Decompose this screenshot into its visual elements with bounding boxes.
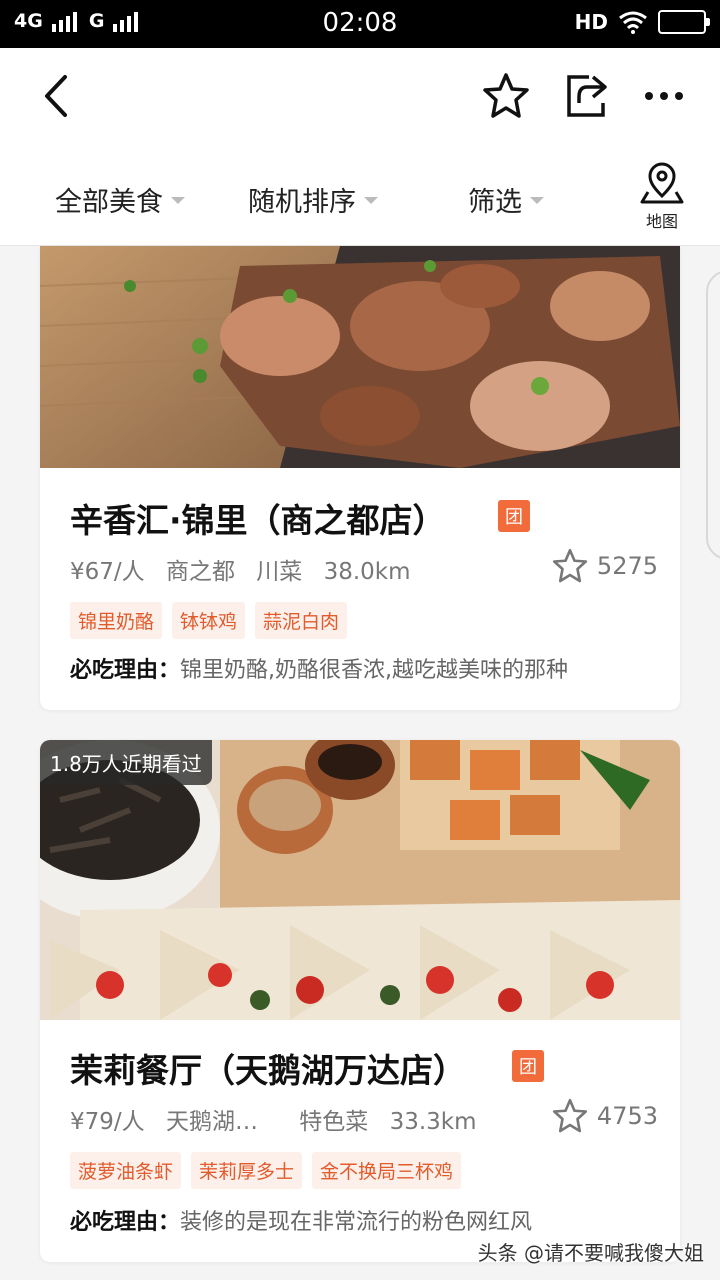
favorite-button[interactable] — [476, 68, 536, 124]
watermark: 头条 @请不要喊我傻大姐 — [477, 1241, 704, 1265]
caret-down-icon — [364, 197, 378, 204]
distance: 33.3km — [389, 1109, 477, 1135]
screen-filter[interactable]: 筛选 — [468, 180, 544, 219]
screen-filter-label: 筛选 — [468, 187, 522, 218]
distance: 38.0km — [323, 559, 411, 585]
share-button[interactable] — [556, 68, 616, 124]
restaurant-photo: 1.8万人近期看过 — [40, 740, 680, 1020]
recent-views-badge: 1.8万人近期看过 — [40, 740, 212, 785]
top-nav — [0, 48, 720, 148]
wifi-icon — [619, 11, 647, 34]
cuisine: 川菜 — [256, 559, 303, 585]
favorite-count-value: 5275 — [596, 552, 658, 580]
share-icon — [567, 75, 607, 117]
status-right: HD — [574, 10, 710, 34]
must-eat-reason: 必吃理由：装修的是现在非常流行的粉色网红风 — [70, 1204, 532, 1236]
must-eat-reason-label: 必吃理由： — [70, 658, 181, 683]
more-dots-icon — [645, 92, 683, 100]
star-icon — [552, 1098, 587, 1133]
must-eat-reason-text: 装修的是现在非常流行的粉色网红风 — [180, 1210, 533, 1235]
sort-filter[interactable]: 随机排序 — [248, 180, 378, 219]
must-eat-reason: 必吃理由：锦里奶酪,奶酪很香浓,越吃越美味的那种 — [70, 652, 568, 684]
dish-tag[interactable]: 锦里奶酪 — [70, 602, 163, 639]
edge-swipe-handle[interactable] — [706, 270, 720, 560]
price-per-person: ¥67/人 — [70, 559, 145, 585]
back-button[interactable] — [26, 68, 86, 124]
restaurant-meta: ¥79/人 天鹅湖… 特色菜 33.3km — [70, 1102, 491, 1136]
restaurant-photo — [40, 246, 680, 468]
caret-down-icon — [171, 197, 185, 204]
chevron-left-icon — [45, 75, 67, 117]
status-bar: 4G G 02:08 HD — [0, 0, 720, 48]
must-eat-reason-text: 锦里奶酪,奶酪很香浓,越吃越美味的那种 — [180, 658, 569, 683]
star-icon — [552, 548, 587, 583]
favorite-count-value: 4753 — [596, 1102, 658, 1130]
caret-down-icon — [530, 197, 544, 204]
filter-bar: 全部美食 随机排序 筛选 地图 — [0, 148, 720, 246]
restaurant-meta: ¥67/人 商之都 川菜 38.0km — [70, 552, 425, 586]
sort-filter-label: 随机排序 — [248, 187, 356, 218]
cuisine: 特色菜 — [299, 1109, 369, 1135]
dish-tags: 菠萝油条虾 茉莉厚多士 金不换局三杯鸡 — [70, 1152, 462, 1189]
map-label: 地图 — [645, 212, 678, 231]
must-eat-reason-label: 必吃理由： — [70, 1210, 181, 1235]
area: 天鹅湖… — [165, 1109, 258, 1135]
star-icon — [483, 73, 529, 118]
restaurant-name: 茉莉餐厅（天鹅湖万达店） — [70, 1051, 466, 1090]
area: 商之都 — [165, 559, 235, 585]
dish-tag[interactable]: 钵钵鸡 — [172, 602, 246, 639]
food-photo-image — [40, 246, 680, 468]
category-filter[interactable]: 全部美食 — [55, 180, 185, 219]
price-per-person: ¥79/人 — [70, 1109, 145, 1135]
hd-label: HD — [574, 10, 608, 34]
dish-tags: 锦里奶酪 钵钵鸡 蒜泥白肉 — [70, 602, 348, 639]
restaurant-name: 辛香汇·锦里（商之都店） — [70, 501, 446, 540]
restaurant-card[interactable]: 辛香汇·锦里（商之都店） 团 ¥67/人 商之都 川菜 38.0km 5275 … — [40, 246, 680, 710]
group-deal-badge: 团 — [512, 1050, 544, 1082]
restaurant-card[interactable]: 1.8万人近期看过 茉莉餐厅（天鹅湖万达店） 团 ¥79/人 天鹅湖… 特色菜 … — [40, 740, 680, 1262]
dish-tag[interactable]: 菠萝油条虾 — [70, 1152, 182, 1189]
more-button[interactable] — [634, 68, 694, 124]
dish-tag[interactable]: 茉莉厚多士 — [191, 1152, 303, 1189]
dish-tag[interactable]: 蒜泥白肉 — [255, 602, 348, 639]
dish-tag[interactable]: 金不换局三杯鸡 — [312, 1152, 462, 1189]
battery-icon — [658, 10, 710, 34]
map-button[interactable]: 地图 — [632, 162, 692, 232]
map-pin-icon — [640, 162, 684, 204]
category-filter-label: 全部美食 — [55, 187, 163, 218]
favorite-count[interactable]: 5275 — [551, 548, 658, 584]
favorite-count[interactable]: 4753 — [551, 1098, 658, 1134]
group-deal-badge: 团 — [498, 500, 530, 532]
